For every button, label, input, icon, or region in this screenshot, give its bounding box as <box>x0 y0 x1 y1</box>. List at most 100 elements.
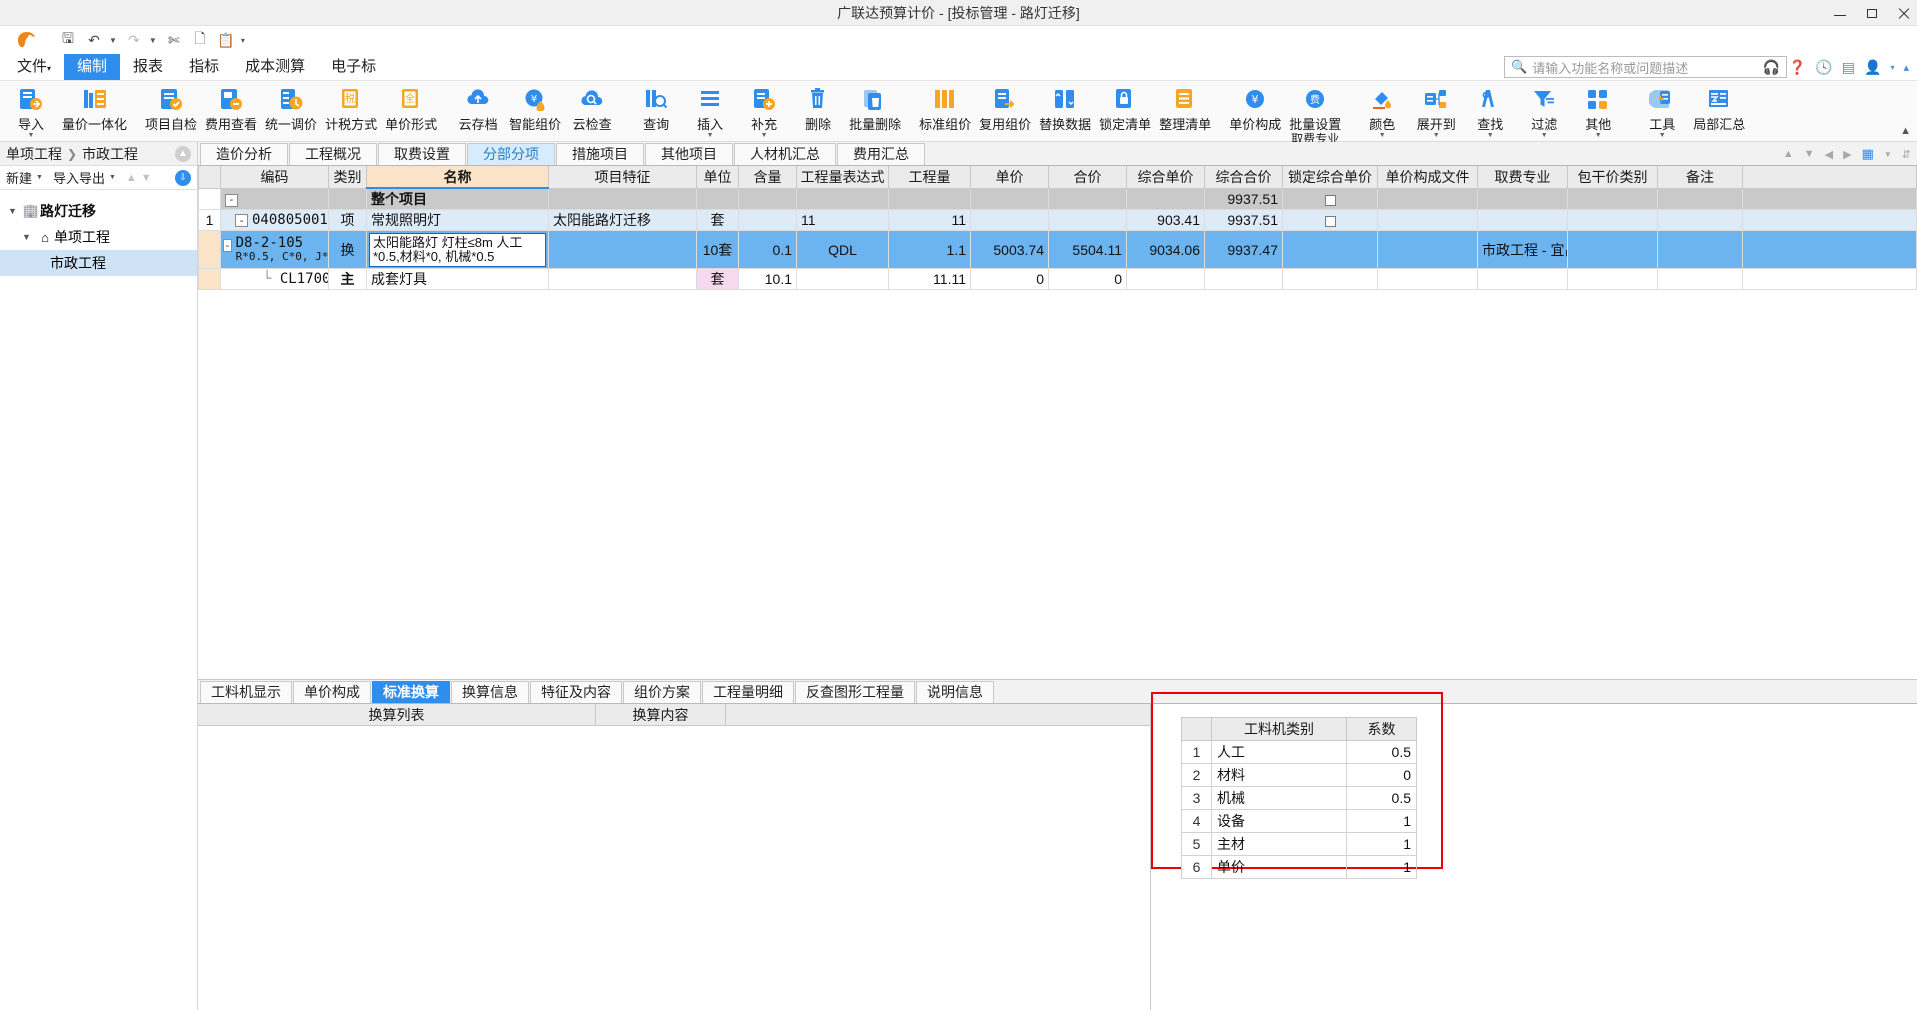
coef-category[interactable]: 单价 <box>1211 855 1347 879</box>
cell-content[interactable]: 0.1 <box>738 230 797 269</box>
col-comprehensive-unit-price[interactable]: 综合单价 <box>1126 166 1205 189</box>
move-up-icon[interactable]: ▲ <box>126 172 137 184</box>
cell-feature[interactable] <box>548 187 697 210</box>
menu-item-report[interactable]: 报表 <box>120 54 176 80</box>
ribbon-smart-pricing[interactable]: ¥ 智能组价 <box>505 84 565 133</box>
cell-feature[interactable] <box>548 230 697 269</box>
table-row[interactable]: 1 -040805001001 项 常规照明灯 太阳能路灯迁移 套 11 11 … <box>198 209 1917 231</box>
row-expander-icon[interactable]: - <box>223 238 232 252</box>
col-category[interactable]: 类别 <box>328 166 367 189</box>
btab-conversion-info[interactable]: 换算信息 <box>451 681 529 703</box>
ribbon-color[interactable]: 颜色 ▼ <box>1355 84 1409 139</box>
cell-lump-sum-category[interactable] <box>1567 230 1658 269</box>
ribbon-unified-price[interactable]: 统一调价 <box>261 84 321 133</box>
cell-category[interactable]: 主 <box>328 268 367 290</box>
cell-name[interactable]: 常规照明灯 <box>366 209 549 231</box>
table-row[interactable]: - 整个项目 9937.51 <box>198 187 1917 210</box>
ribbon-self-check[interactable]: 项目自检 <box>141 84 201 133</box>
close-icon[interactable] <box>1897 6 1911 20</box>
cell-lock-comprehensive-unit-price[interactable] <box>1282 230 1378 269</box>
tree-node-project[interactable]: ▼ 🏢 路灯迁移 <box>0 198 197 224</box>
chevron-down-icon[interactable]: ▼ <box>1541 132 1548 139</box>
ribbon-insert[interactable]: 插入 ▼ <box>683 84 737 139</box>
col-quantity-expression[interactable]: 工程量表达式 <box>796 166 889 189</box>
coefficient-row[interactable]: 5 主材 1 <box>1181 832 1417 856</box>
ribbon-unit-price-composition[interactable]: ¥ 单价构成 <box>1225 84 1285 133</box>
chevron-down-icon[interactable]: ▼ <box>1433 132 1440 139</box>
cell-total-price[interactable]: 5504.11 <box>1048 230 1127 269</box>
qat-overflow-icon[interactable]: ▾ <box>238 36 248 45</box>
tree-expander-icon[interactable]: ▼ <box>8 206 22 216</box>
col-comprehensive-total-price[interactable]: 综合合价 <box>1204 166 1283 189</box>
column-settings-icon[interactable]: ▦ <box>1862 146 1874 162</box>
clock-icon[interactable]: 🕓 <box>1815 59 1832 76</box>
cell-feature[interactable]: 太阳能路灯迁移 <box>548 209 697 231</box>
question-icon[interactable]: ❓ <box>1789 59 1806 76</box>
cell-quantity-expression[interactable] <box>796 187 889 210</box>
ribbon-query[interactable]: 查询 <box>629 84 683 133</box>
cell-unit-price[interactable] <box>970 209 1049 231</box>
name-edit-box[interactable]: 太阳能路灯 灯柱≤8m 人工*0.5,材料*0, 机械*0.5 <box>369 232 546 267</box>
cell-unit-price[interactable]: 0 <box>970 268 1049 290</box>
ribbon-filter[interactable]: 过滤 ▼ <box>1517 84 1571 139</box>
btab-description-info[interactable]: 说明信息 <box>916 681 994 703</box>
col-fee-profession[interactable]: 取费专业 <box>1477 166 1568 189</box>
chevron-down-icon[interactable]: ▼ <box>1487 132 1494 139</box>
col-quantity[interactable]: 工程量 <box>888 166 971 189</box>
cell-unit[interactable]: 套 <box>696 209 739 231</box>
ribbon-reuse-pricing[interactable]: 复用组价 <box>975 84 1035 133</box>
coef-value[interactable]: 1 <box>1346 809 1417 833</box>
cell-category[interactable]: 换 <box>328 230 367 269</box>
col-unit-price[interactable]: 单价 <box>970 166 1049 189</box>
col-code[interactable]: 编码 <box>220 166 329 189</box>
cell-code[interactable]: └ CL17007490-1 <box>220 268 329 290</box>
ribbon-supplement[interactable]: 补充 ▼ <box>737 84 791 139</box>
chevron-down-icon[interactable]: ▼ <box>1659 132 1666 139</box>
tab-fee-summary[interactable]: 费用汇总 <box>837 143 925 165</box>
breadcrumb-item-0[interactable]: 单项工程 <box>6 144 62 164</box>
headset-icon[interactable]: 🎧 <box>1762 59 1779 76</box>
chevron-down-icon[interactable]: ▼ <box>1595 132 1602 139</box>
coef-category[interactable]: 材料 <box>1211 763 1347 787</box>
chevron-down-icon[interactable]: ▼ <box>761 132 768 139</box>
menu-item-cost-estimate[interactable]: 成本测算 <box>232 54 318 80</box>
cell-unit[interactable]: 10套 <box>696 230 739 269</box>
nav-first-icon[interactable]: ▲ <box>1783 148 1794 160</box>
tree-node-single-project[interactable]: ▼ ⌂ 单项工程 <box>0 224 197 250</box>
conversion-list-body[interactable] <box>198 726 1150 1010</box>
cell-name[interactable]: 太阳能路灯 灯柱≤8m 人工*0.5,材料*0, 机械*0.5 <box>366 230 549 269</box>
col-lump-sum-category[interactable]: 包干价类别 <box>1567 166 1658 189</box>
cell-name[interactable]: 整个项目 <box>366 187 549 210</box>
coef-col-coefficient[interactable]: 系数 <box>1346 717 1417 741</box>
cell-comprehensive-unit-price[interactable] <box>1126 268 1205 290</box>
ribbon-standard-pricing[interactable]: 标准组价 <box>915 84 975 133</box>
cell-name[interactable]: 成套灯具 <box>366 268 549 290</box>
download-icon[interactable]: ⇩ <box>175 169 191 186</box>
ribbon-organize-list[interactable]: 整理清单 <box>1155 84 1215 133</box>
col-name[interactable]: 名称 <box>366 166 549 189</box>
cell-unit-price[interactable]: 5003.74 <box>970 230 1049 269</box>
column-settings-dropdown-icon[interactable]: ▼ <box>1884 150 1892 159</box>
cell-total-price[interactable]: 0 <box>1048 268 1127 290</box>
cell-fee-profession[interactable] <box>1477 209 1568 231</box>
ribbon-find[interactable]: 查找 ▼ <box>1463 84 1517 139</box>
btab-pricing-scheme[interactable]: 组价方案 <box>623 681 701 703</box>
paste-icon[interactable]: 📋 <box>214 29 238 51</box>
coef-value[interactable]: 0.5 <box>1346 740 1417 764</box>
chevron-down-icon[interactable]: ▼ <box>28 132 35 139</box>
undo-dropdown-icon[interactable]: ▼ <box>106 36 120 45</box>
tab-labor-material-machine[interactable]: 人材机汇总 <box>734 143 836 165</box>
save-icon[interactable]: 🖫 <box>56 29 80 51</box>
menu-item-e-bid[interactable]: 电子标 <box>318 54 389 80</box>
cell-unit[interactable]: 套 <box>696 268 739 290</box>
coef-value[interactable]: 1 <box>1346 855 1417 879</box>
cell-quantity[interactable]: 11 <box>888 209 971 231</box>
ribbon-import[interactable]: 导入 ▼ <box>4 84 58 139</box>
cell-category[interactable]: 项 <box>328 209 367 231</box>
ribbon-quantity-price[interactable]: 量价一体化 <box>58 84 131 133</box>
chevron-down-icon[interactable]: ▼ <box>707 132 714 139</box>
cell-content[interactable]: 10.1 <box>738 268 797 290</box>
cell-comprehensive-total-price[interactable]: 9937.51 <box>1204 187 1283 210</box>
coefficient-row[interactable]: 1 人工 0.5 <box>1181 740 1417 764</box>
ribbon-collapse-icon[interactable]: ▲ <box>1900 125 1911 137</box>
